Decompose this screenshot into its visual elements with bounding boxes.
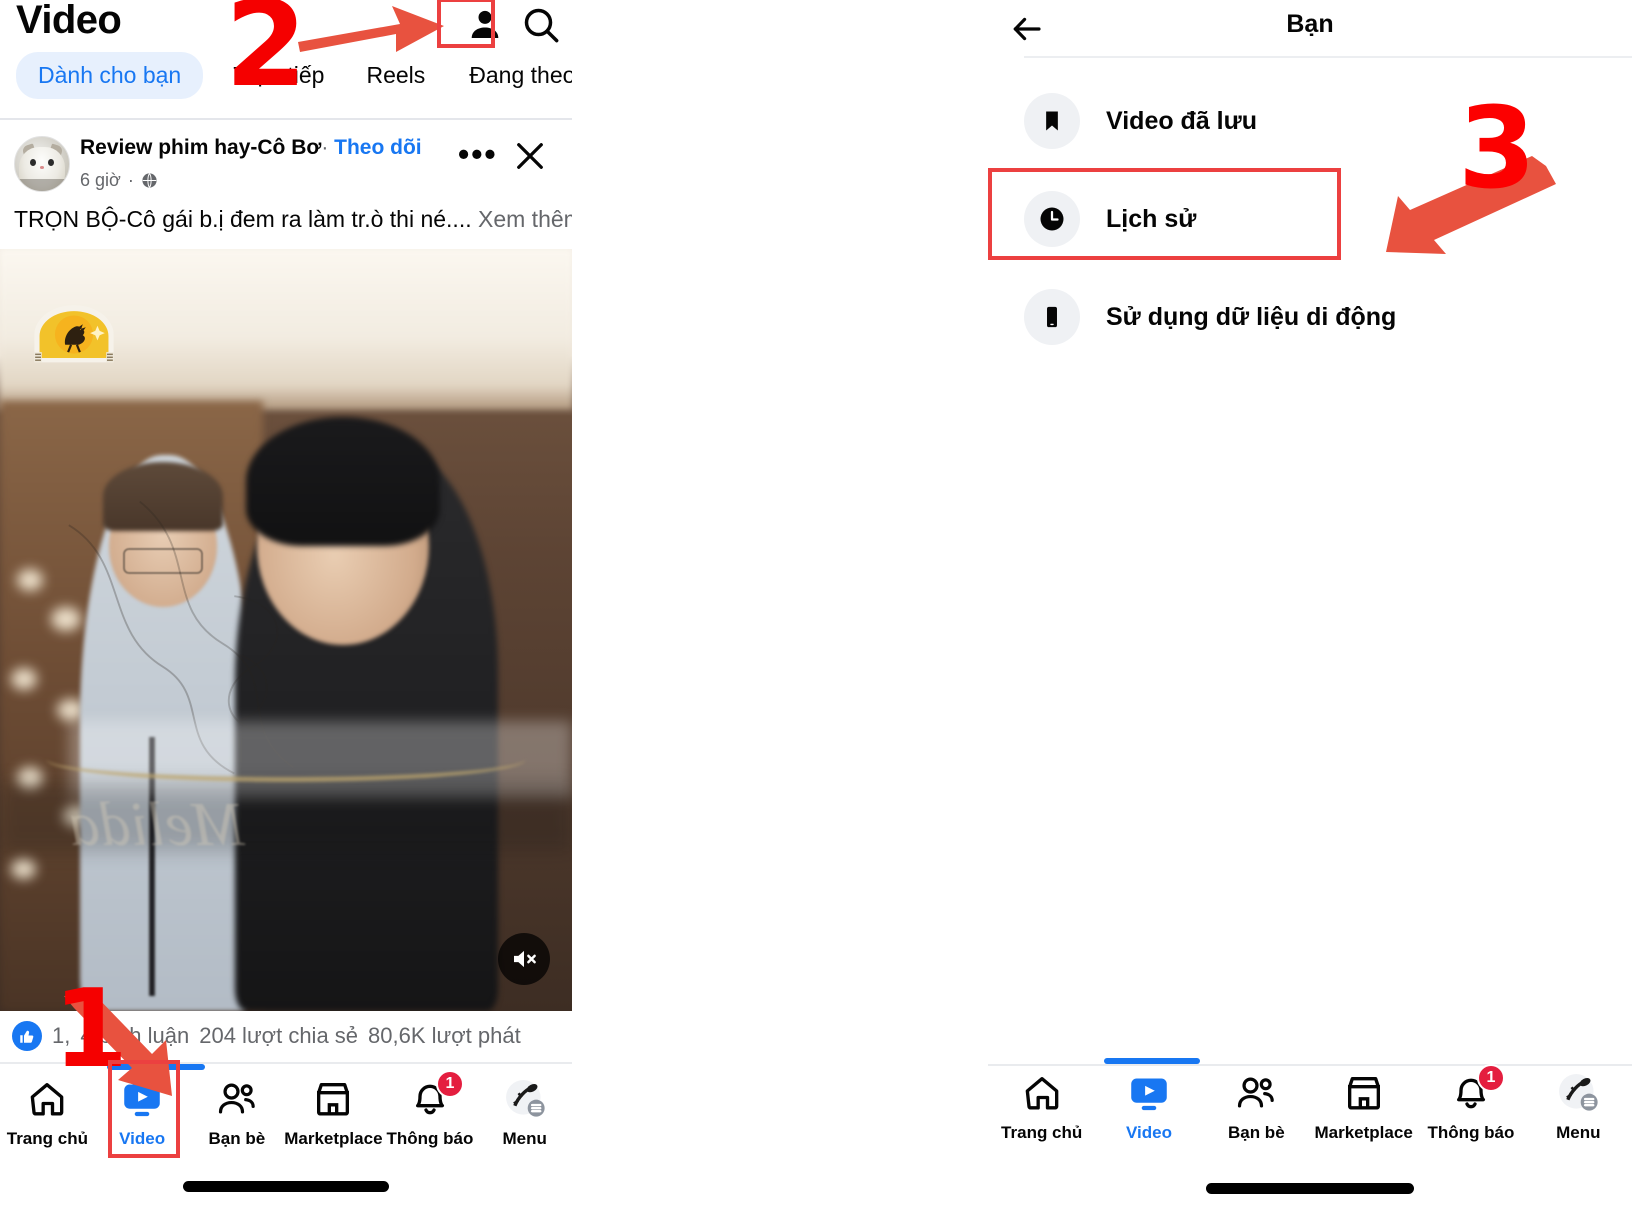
- marketplace-icon: [312, 1078, 354, 1120]
- menu-item-video-da-luu[interactable]: Video đã lưu: [988, 72, 1632, 170]
- menu-avatar-icon: [1556, 1072, 1600, 1114]
- video-player[interactable]: Melida: [0, 249, 572, 1011]
- nav-item-trang-chu[interactable]: Trang chủ: [988, 1072, 1095, 1143]
- page-title: Video: [16, 0, 122, 42]
- nav-label: Thông báo: [1427, 1123, 1515, 1142]
- close-icon[interactable]: [512, 138, 548, 174]
- avatar[interactable]: [14, 136, 70, 192]
- nav-label: Video: [1126, 1123, 1172, 1142]
- screenshot-root: Video Dành cho bạn Trực tiếp Reels Đang …: [0, 0, 1632, 1208]
- post-caption: TRỌN BỘ-Cô gái b.ị đem ra làm tr.ò thi n…: [14, 206, 572, 233]
- post-caption-text: TRỌN BỘ-Cô gái b.ị đem ra làm tr.ò thi n…: [14, 206, 472, 232]
- menu-item-label: Sử dụng dữ liệu di động: [1106, 302, 1397, 331]
- video-icon: [121, 1078, 163, 1120]
- bottom-navigation: Trang chủ Video Bạn bè Marketplace 1 Thô…: [988, 1058, 1632, 1208]
- nav-label: Bạn bè: [1227, 1123, 1285, 1142]
- bottom-nav-divider: [988, 1064, 1632, 1066]
- tab-danh-cho-ban[interactable]: Dành cho bạn: [16, 52, 204, 99]
- feed-tabs: Dành cho bạn Trực tiếp Reels Đang theo d…: [0, 52, 572, 99]
- nav-label: Video: [119, 1129, 166, 1148]
- bell-icon: 1: [1451, 1064, 1505, 1114]
- menu-item-label: Video đã lưu: [1106, 106, 1258, 135]
- home-icon: [1022, 1072, 1062, 1114]
- video-icon: [1128, 1072, 1170, 1114]
- see-more-link[interactable]: Xem thêm: [478, 206, 572, 232]
- nav-label: Bạn bè: [208, 1129, 266, 1148]
- post-header: Review phim hay-Cô Bơ· Theo dõi 6 giờ · …: [0, 128, 572, 200]
- friends-icon: [1235, 1072, 1277, 1114]
- header-divider: [1024, 56, 1632, 58]
- nav-item-ban-be[interactable]: Bạn bè: [190, 1078, 285, 1149]
- nav-label: Trang chủ: [6, 1129, 88, 1148]
- post-meta-separator: ·: [127, 170, 134, 190]
- home-icon: [27, 1078, 67, 1120]
- active-tab-underline: [107, 1064, 205, 1070]
- page-title: Bạn: [1286, 10, 1334, 38]
- more-options-icon[interactable]: •••: [458, 138, 498, 170]
- nav-label: Menu: [502, 1129, 547, 1148]
- marketplace-icon: [1343, 1072, 1385, 1114]
- speaker-muted-icon[interactable]: [498, 933, 550, 985]
- nav-item-trang-chu[interactable]: Trang chủ: [0, 1078, 95, 1149]
- search-icon[interactable]: [518, 2, 564, 48]
- post-author-name[interactable]: Review phim hay-Cô Bơ: [80, 136, 321, 159]
- nav-item-marketplace[interactable]: Marketplace: [284, 1078, 383, 1149]
- clock-icon: [1024, 191, 1080, 247]
- nav-item-thong-bao[interactable]: 1 Thông báo: [1417, 1064, 1524, 1143]
- globe-icon: [142, 173, 157, 188]
- phone-icon: [1024, 289, 1080, 345]
- home-indicator: [183, 1181, 389, 1192]
- menu-item-lich-su[interactable]: Lịch sử: [988, 170, 1632, 268]
- nav-label: Thông báo: [386, 1129, 474, 1148]
- tab-truc-tiep[interactable]: Trực tiếp: [233, 52, 324, 99]
- bookmark-icon: [1024, 93, 1080, 149]
- notification-badge: 1: [435, 1070, 464, 1098]
- left-phone-screen: Video Dành cho bạn Trực tiếp Reels Đang …: [0, 0, 572, 1208]
- video-feed-header: Video Dành cho bạn Trực tiếp Reels Đang …: [0, 0, 572, 118]
- tab-reels[interactable]: Reels: [366, 52, 425, 99]
- active-tab-underline: [1104, 1058, 1200, 1064]
- tab-dang-theo-doi[interactable]: Đang theo dõi: [469, 52, 572, 99]
- person-icon[interactable]: [462, 2, 508, 48]
- share-count[interactable]: 204 lượt chia sẻ: [199, 1023, 358, 1049]
- friends-icon: [216, 1078, 258, 1120]
- post-author-separator: ·: [321, 136, 329, 159]
- nav-label: Marketplace: [284, 1129, 383, 1148]
- comment-count[interactable]: 4 bình luận: [80, 1023, 189, 1049]
- menu-item-su-dung-du-lieu[interactable]: Sử dụng dữ liệu di động: [988, 268, 1632, 366]
- reaction-count[interactable]: 1,: [52, 1023, 70, 1049]
- nav-item-video[interactable]: Video: [1095, 1072, 1202, 1143]
- post-author-row: Review phim hay-Cô Bơ· Theo dõi: [80, 136, 422, 160]
- like-icon: [12, 1021, 42, 1051]
- notification-badge: 1: [1476, 1064, 1505, 1092]
- play-count: 80,6K lượt phát: [368, 1023, 521, 1048]
- right-phone-screen: Bạn Video đã lưu Lịch sử Sử dụng dữ liệu…: [988, 0, 1632, 1208]
- nav-item-thong-bao[interactable]: 1 Thông báo: [383, 1070, 478, 1149]
- bottom-navigation: Trang chủ Video Bạn bè Marketplace 1 Thô…: [0, 1062, 572, 1208]
- nav-item-ban-be[interactable]: Bạn bè: [1203, 1072, 1310, 1143]
- home-indicator: [1206, 1183, 1414, 1194]
- nav-item-menu[interactable]: Menu: [477, 1078, 572, 1149]
- post-time: 6 giờ: [80, 170, 121, 190]
- nav-label: Menu: [1556, 1123, 1601, 1142]
- nav-label: Trang chủ: [1001, 1123, 1083, 1142]
- header-divider: [0, 118, 572, 120]
- header-icon-group: [462, 2, 564, 48]
- nav-label: Marketplace: [1314, 1123, 1413, 1142]
- menu-item-label: Lịch sử: [1106, 204, 1197, 233]
- bell-icon: 1: [410, 1070, 464, 1120]
- rooster-logo: [34, 305, 114, 363]
- nav-item-marketplace[interactable]: Marketplace: [1310, 1072, 1417, 1143]
- post-meta: 6 giờ ·: [80, 170, 158, 191]
- menu-avatar-icon: [503, 1078, 547, 1120]
- follow-link[interactable]: Theo dõi: [334, 136, 422, 159]
- engagement-bar: 1, 4 bình luận 204 lượt chia sẻ 80,6K lư…: [0, 1011, 572, 1061]
- nav-item-video[interactable]: Video: [95, 1078, 190, 1149]
- ban-header: Bạn: [988, 0, 1632, 56]
- nav-item-menu[interactable]: Menu: [1525, 1072, 1632, 1143]
- menu-list: Video đã lưu Lịch sử Sử dụng dữ liệu di …: [988, 72, 1632, 366]
- video-watermark: Melida: [68, 791, 245, 860]
